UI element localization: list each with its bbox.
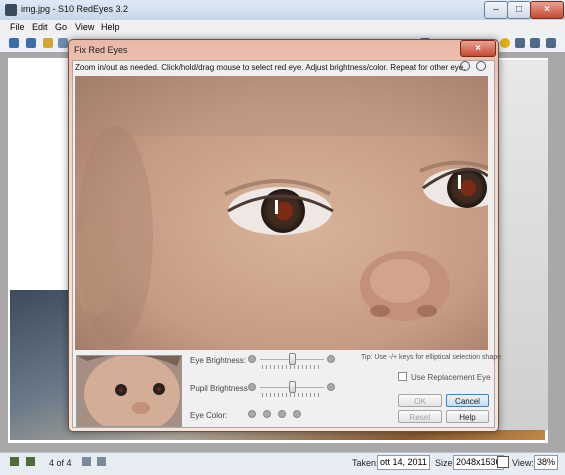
eye-brightness-label: Eye Brightness: — [190, 356, 247, 365]
eye-color-swatch[interactable] — [248, 410, 256, 418]
use-replacement-eye-checkbox[interactable] — [398, 372, 407, 381]
zoom-out-icon[interactable] — [476, 61, 486, 71]
taken-value: ott 14, 2011 — [377, 455, 430, 470]
pupil-brightness-label: Pupil Brightness — [190, 384, 248, 393]
thumbnail-preview[interactable] — [76, 355, 182, 427]
brightness-icon[interactable] — [500, 38, 510, 48]
pupil-brightness-increase-icon[interactable] — [327, 383, 335, 391]
fit-view-icon[interactable] — [497, 456, 509, 468]
last-image-icon[interactable] — [26, 457, 35, 466]
tip-text: Tip: Use -/+ keys for elliptical selecti… — [361, 354, 501, 361]
menu-view[interactable]: View — [75, 22, 94, 32]
settings-icon[interactable] — [546, 38, 556, 48]
taken-label: Taken: — [352, 458, 379, 468]
copy-icon[interactable] — [530, 38, 540, 48]
rotate-icon[interactable] — [515, 38, 525, 48]
menu-edit[interactable]: Edit — [32, 22, 48, 32]
window-title: img.jpg - S10 RedEyes 3.2 — [21, 4, 129, 14]
eye-color-label: Eye Color: — [190, 411, 228, 420]
instructions-text: Zoom in/out as needed. Click/hold/drag m… — [75, 63, 466, 72]
use-replacement-eye-label: Use Replacement Eye — [411, 373, 491, 382]
eye-color-swatch[interactable] — [278, 410, 286, 418]
close-button[interactable]: × — [530, 1, 564, 19]
eye-brightness-ticks — [262, 365, 322, 369]
back-icon[interactable] — [9, 38, 19, 48]
app-icon[interactable] — [5, 4, 17, 16]
dialog-title: Fix Red Eyes — [74, 45, 128, 55]
page-indicator: 4 of 4 — [49, 458, 72, 468]
next-image-icon[interactable] — [97, 457, 106, 466]
reset-button[interactable]: Reset — [398, 410, 442, 423]
pupil-brightness-ticks — [262, 393, 322, 397]
eye-brightness-increase-icon[interactable] — [327, 355, 335, 363]
prev-image-icon[interactable] — [82, 457, 91, 466]
first-image-icon[interactable] — [10, 457, 19, 466]
eye-brightness-slider-thumb[interactable] — [288, 353, 296, 365]
open-folder-icon[interactable] — [43, 38, 53, 48]
save-icon[interactable] — [58, 38, 68, 48]
view-value: 38% — [534, 455, 559, 470]
main-photo-canvas[interactable] — [75, 76, 488, 350]
menu-file[interactable]: File — [10, 22, 25, 32]
size-value: 2048x1536 — [453, 455, 504, 470]
eye-color-swatches — [248, 410, 308, 420]
eye-color-swatch[interactable] — [263, 410, 271, 418]
maximize-button[interactable]: □ — [507, 1, 531, 19]
view-label: View: — [512, 458, 534, 468]
dialog-close-button[interactable]: × — [460, 40, 496, 57]
pupil-brightness-decrease-icon[interactable] — [248, 383, 256, 391]
size-label: Size: — [435, 458, 456, 468]
eye-color-swatch[interactable] — [293, 410, 301, 418]
forward-icon[interactable] — [26, 38, 36, 48]
help-button[interactable]: Help — [446, 410, 489, 423]
cancel-button[interactable]: Cancel — [446, 394, 489, 407]
menu-go[interactable]: Go — [55, 22, 67, 32]
ok-button[interactable]: OK — [398, 394, 442, 407]
zoom-in-icon[interactable] — [460, 61, 470, 71]
minimize-button[interactable]: – — [484, 1, 508, 19]
menu-help[interactable]: Help — [101, 22, 120, 32]
eye-brightness-decrease-icon[interactable] — [248, 355, 256, 363]
pupil-brightness-slider-thumb[interactable] — [288, 381, 296, 393]
